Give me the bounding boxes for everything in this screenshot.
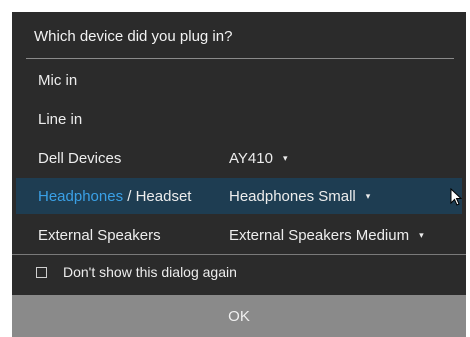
dropdown-value: AY410 [229, 149, 273, 167]
dropdown-value: External Speakers Medium [229, 226, 410, 244]
checkbox-label: Don't show this dialog again [63, 264, 237, 280]
option-label: External Speakers [38, 226, 161, 244]
dropdown-value: Headphones Small [229, 187, 356, 205]
chevron-down-icon: ▾ [282, 152, 288, 163]
option-mic-in[interactable]: Mic in [16, 62, 462, 98]
ok-button[interactable]: OK [12, 295, 466, 337]
option-headphones-headset[interactable]: Headphones / Headset Headphones Small ▾ [16, 178, 463, 214]
option-label: Headphones / Headset [38, 188, 191, 205]
dont-show-again-checkbox[interactable] [36, 266, 47, 278]
dialog-title: Which device did you plug in? [34, 28, 233, 45]
external-speakers-dropdown[interactable]: External Speakers Medium ▾ [229, 227, 424, 244]
mouse-pointer-icon [450, 188, 463, 206]
title-divider [26, 58, 454, 59]
device-dialog: Which device did you plug in? Mic in Lin… [12, 12, 466, 337]
option-label-headphones: Headphones [38, 187, 124, 205]
option-label: Dell Devices [38, 149, 122, 167]
dont-show-again-option[interactable]: Don't show this dialog again [36, 264, 237, 280]
chevron-down-icon: ▾ [419, 229, 424, 240]
footer-divider [12, 254, 466, 255]
chevron-down-icon: ▾ [365, 190, 371, 201]
option-label-headset: Headset [135, 187, 192, 205]
option-label: Line in [38, 110, 83, 128]
option-dell-devices[interactable]: Dell Devices AY410 ▾ [16, 140, 462, 176]
dell-devices-dropdown[interactable]: AY410 ▾ [229, 150, 287, 167]
option-external-speakers[interactable]: External Speakers External Speakers Medi… [16, 217, 462, 253]
headphones-dropdown[interactable]: Headphones Small ▾ [229, 188, 370, 205]
option-line-in[interactable]: Line in [16, 101, 462, 137]
option-label: Mic in [38, 71, 78, 89]
option-label-separator: / [123, 187, 136, 205]
